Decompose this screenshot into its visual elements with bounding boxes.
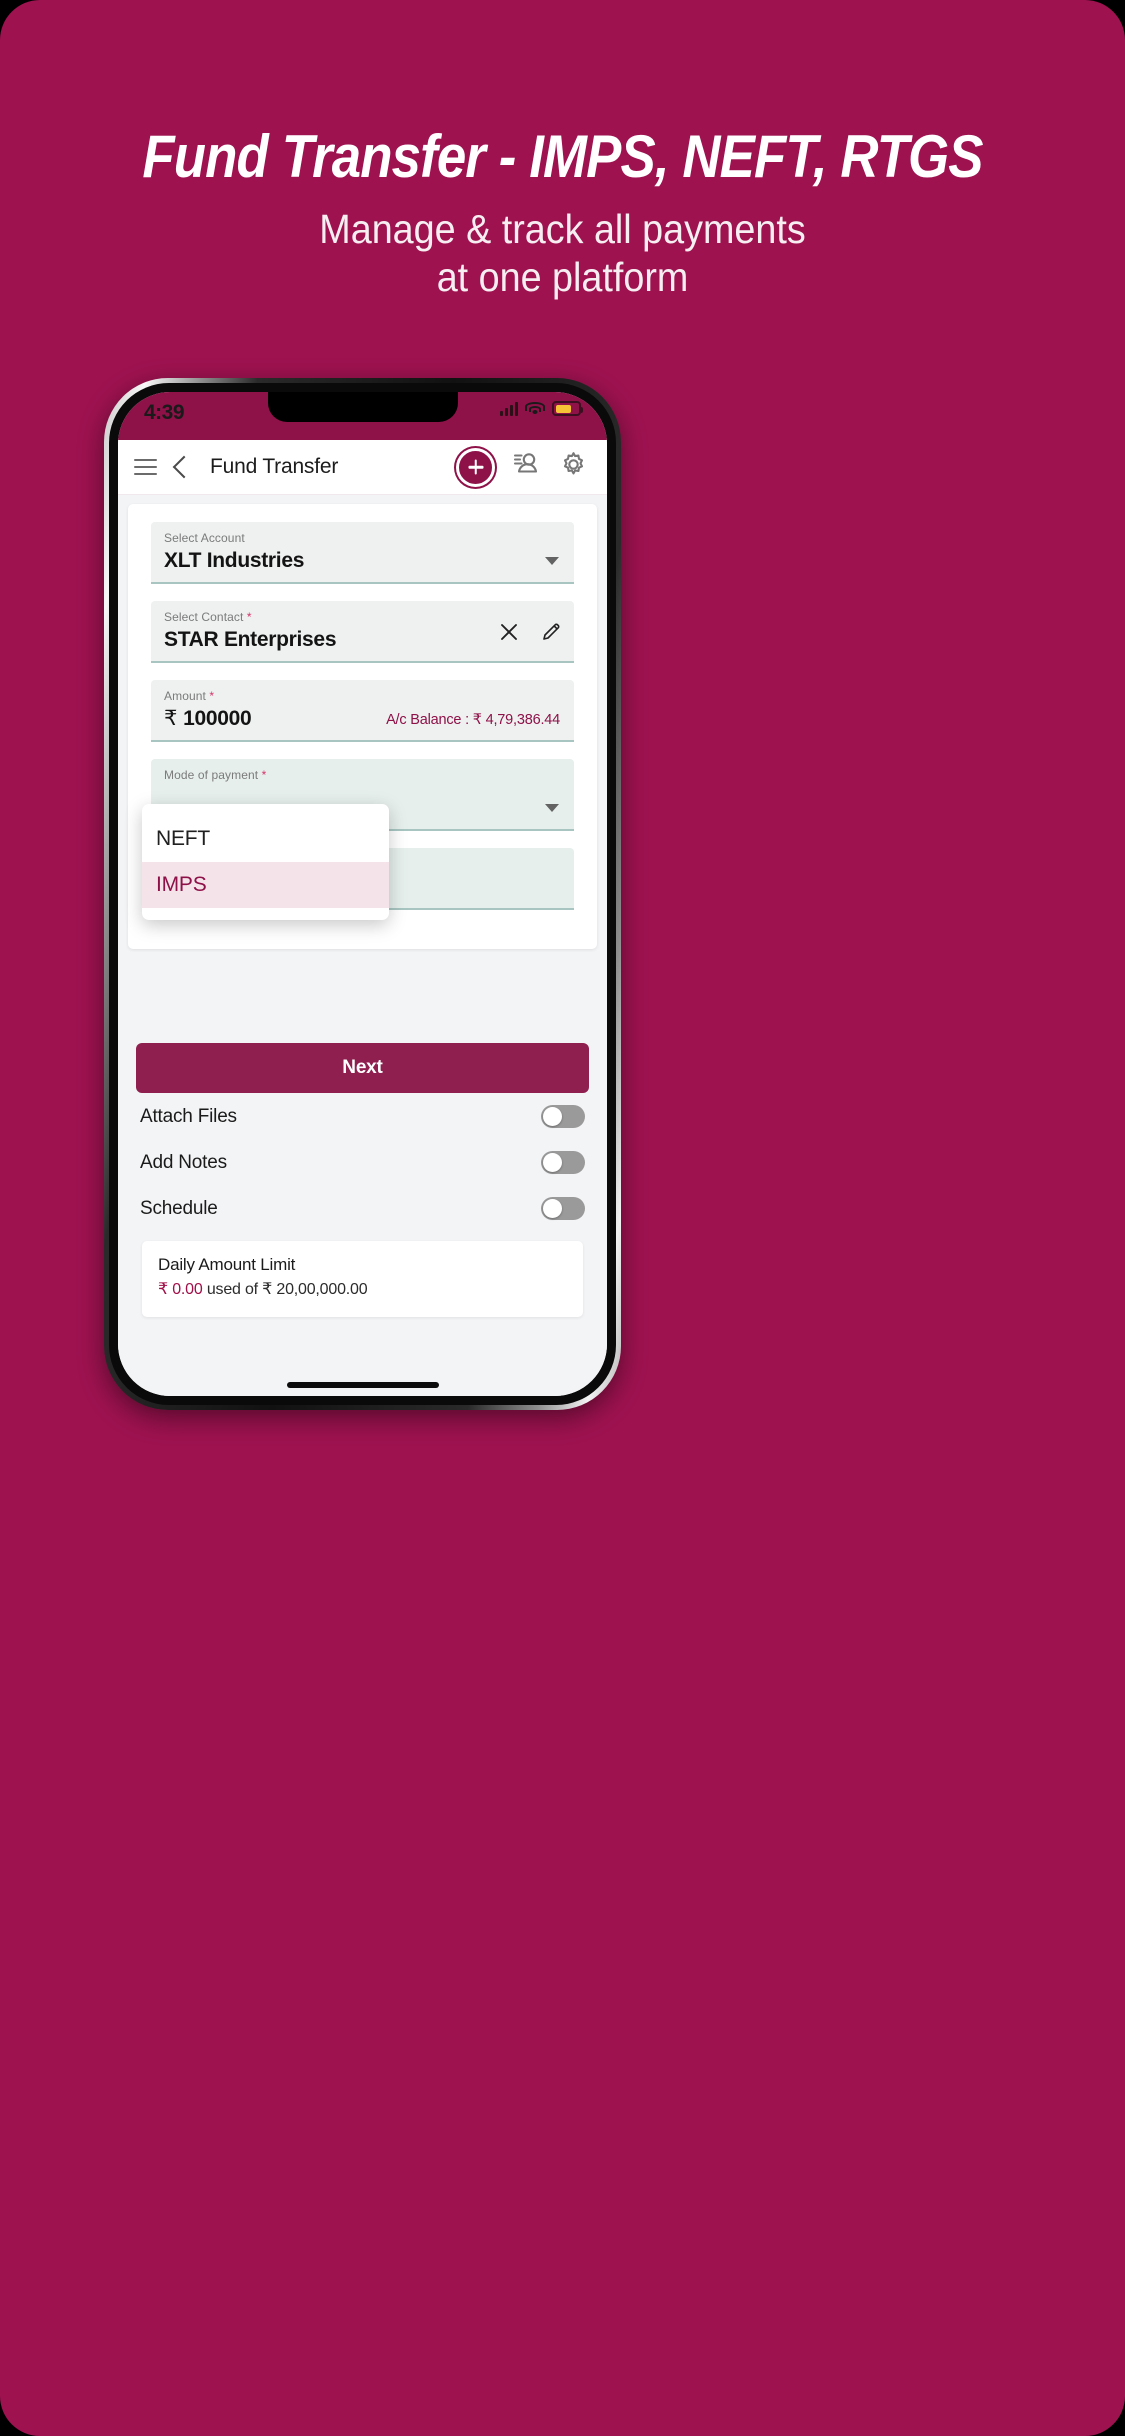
dropdown-option-imps[interactable]: IMPS bbox=[142, 862, 389, 908]
person-contact-icon[interactable] bbox=[512, 452, 540, 483]
amount-field[interactable]: Amount * ₹ 100000 A/c Balance : ₹ 4,79,3… bbox=[151, 680, 574, 742]
app-bar: Fund Transfer bbox=[118, 440, 607, 495]
required-asterisk: * bbox=[246, 610, 252, 624]
actions-section: Next Attach Files Add Notes Schedule Dai… bbox=[118, 1033, 607, 1317]
required-asterisk: * bbox=[261, 768, 267, 782]
amount-label: Amount * bbox=[164, 688, 561, 705]
phone-device-frame: 4:39 Fund Transfer Select Account XLT In… bbox=[104, 378, 621, 1410]
promo-poster: Fund Transfer - IMPS, NEFT, RTGS Manage … bbox=[0, 0, 1125, 2436]
home-indicator bbox=[286, 1382, 439, 1388]
close-x-icon[interactable] bbox=[499, 622, 519, 647]
battery-icon bbox=[552, 401, 583, 416]
back-chevron-icon[interactable] bbox=[172, 455, 196, 479]
select-account-value: XLT Industries bbox=[164, 549, 305, 572]
phone-screen: 4:39 Fund Transfer Select Account XLT In… bbox=[118, 392, 607, 1396]
daily-limit-usage: ₹ 0.00 used of ₹ 20,00,000.00 bbox=[158, 1279, 567, 1299]
add-notes-toggle[interactable] bbox=[541, 1151, 585, 1174]
add-plus-icon[interactable] bbox=[459, 450, 492, 484]
mode-of-payment-label: Mode of payment * bbox=[164, 767, 561, 784]
select-account-field[interactable]: Select Account XLT Industries bbox=[151, 522, 574, 584]
add-notes-label: Add Notes bbox=[140, 1151, 227, 1173]
page-title: Fund Transfer bbox=[210, 455, 339, 478]
rupee-symbol-icon: ₹ bbox=[164, 707, 178, 730]
poster-headline: Fund Transfer - IMPS, NEFT, RTGS bbox=[142, 123, 983, 190]
screen-notch bbox=[267, 392, 458, 422]
daily-limit-used: ₹ 0.00 bbox=[158, 1281, 203, 1298]
contact-row-icons bbox=[499, 622, 561, 647]
status-bar-indicators bbox=[500, 401, 583, 416]
pencil-edit-icon[interactable] bbox=[541, 622, 561, 647]
poster-subtitle: Manage & track all payments at one platf… bbox=[45, 205, 1080, 301]
status-bar-clock: 4:39 bbox=[144, 401, 185, 424]
hamburger-menu-icon[interactable] bbox=[134, 459, 157, 475]
schedule-label: Schedule bbox=[140, 1197, 218, 1219]
daily-limit-middle: used of bbox=[202, 1281, 263, 1298]
select-contact-label-text: Select Contact bbox=[164, 610, 244, 624]
poster-subtitle-line-1: Manage & track all payments bbox=[319, 206, 806, 252]
toggle-row-schedule[interactable]: Schedule bbox=[136, 1185, 589, 1231]
signal-bars-icon bbox=[500, 401, 518, 416]
gear-icon[interactable] bbox=[560, 451, 587, 483]
amount-label-text: Amount bbox=[164, 689, 206, 703]
account-balance-text: A/c Balance : ₹ 4,79,386.44 bbox=[386, 712, 560, 728]
app-bar-actions bbox=[459, 450, 587, 484]
toggle-row-attach-files[interactable]: Attach Files bbox=[136, 1093, 589, 1139]
attach-files-label: Attach Files bbox=[140, 1105, 237, 1127]
poster-subtitle-line-2: at one platform bbox=[436, 254, 689, 300]
chevron-down-icon[interactable] bbox=[545, 804, 559, 812]
mode-of-payment-dropdown[interactable]: NEFT IMPS bbox=[142, 804, 389, 920]
daily-limit-title: Daily Amount Limit bbox=[158, 1255, 296, 1274]
toggle-row-add-notes[interactable]: Add Notes bbox=[136, 1139, 589, 1185]
daily-amount-limit-card: Daily Amount Limit ₹ 0.00 used of ₹ 20,0… bbox=[142, 1241, 583, 1317]
amount-value: 100000 bbox=[183, 707, 252, 730]
required-asterisk: * bbox=[209, 689, 215, 703]
next-button[interactable]: Next bbox=[136, 1043, 589, 1093]
page-body: Select Account XLT Industries Select Con… bbox=[118, 495, 607, 1396]
mode-of-payment-label-text: Mode of payment bbox=[164, 768, 259, 782]
schedule-toggle[interactable] bbox=[541, 1197, 585, 1220]
select-account-label: Select Account bbox=[164, 531, 245, 545]
status-bar: 4:39 bbox=[118, 392, 607, 440]
phone-bezel: 4:39 Fund Transfer Select Account XLT In… bbox=[109, 383, 616, 1405]
attach-files-toggle[interactable] bbox=[541, 1105, 585, 1128]
select-contact-field[interactable]: Select Contact * STAR Enterprises bbox=[151, 601, 574, 663]
daily-limit-total: ₹ 20,00,000.00 bbox=[262, 1281, 368, 1298]
wifi-icon bbox=[525, 401, 545, 416]
dropdown-option-neft[interactable]: NEFT bbox=[142, 816, 389, 862]
chevron-down-icon[interactable] bbox=[545, 557, 559, 565]
